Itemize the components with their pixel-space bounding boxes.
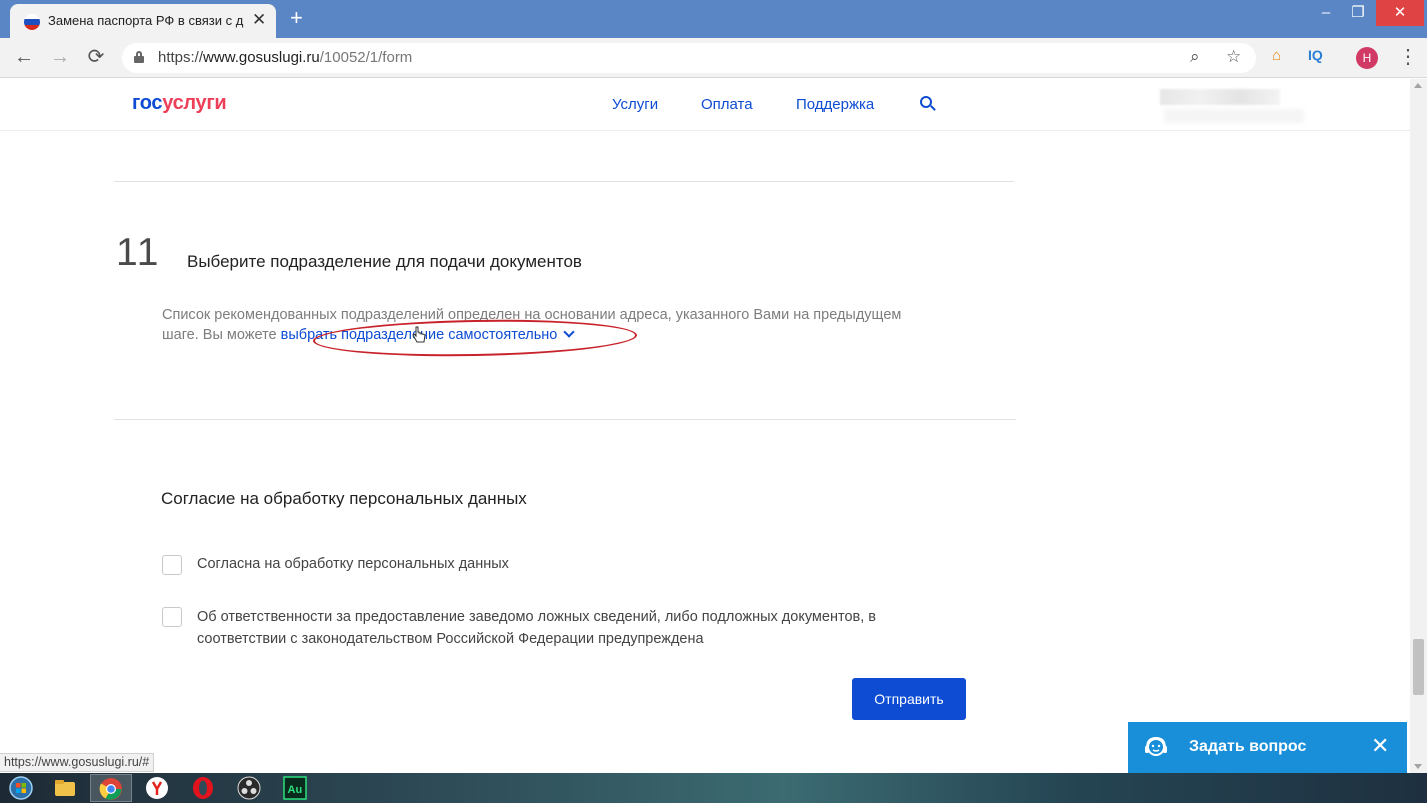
blurred-user-info-secondary xyxy=(1164,109,1304,123)
section-divider xyxy=(114,181,1014,182)
reload-icon[interactable]: ⟳ xyxy=(84,46,108,68)
windows-taskbar: Au xyxy=(0,773,1427,803)
consent-checkbox-responsibility[interactable] xyxy=(162,607,182,627)
iq-extension-icon[interactable]: IQ xyxy=(1308,47,1323,63)
profile-avatar[interactable]: H xyxy=(1356,47,1378,69)
scroll-thumb[interactable] xyxy=(1413,639,1424,695)
file-explorer-icon[interactable] xyxy=(44,774,86,802)
url-text: https://www.gosuslugi.ru/10052/1/form xyxy=(158,49,413,66)
search-icon[interactable] xyxy=(920,96,936,112)
bookmark-star-icon[interactable]: ☆ xyxy=(1226,47,1241,67)
chat-close-icon[interactable]: ✕ xyxy=(1371,733,1389,759)
tab-title: Замена паспорта РФ в связи с д xyxy=(48,13,244,28)
status-bar-url: https://www.gosuslugi.ru/# xyxy=(0,753,155,772)
nav-link-support[interactable]: Поддержка xyxy=(796,96,874,113)
ask-question-widget[interactable]: Задать вопрос ✕ xyxy=(1128,722,1407,773)
nav-link-payment[interactable]: Оплата xyxy=(701,96,753,113)
svg-text:Au: Au xyxy=(288,784,303,796)
yandex-browser-icon[interactable] xyxy=(136,774,178,802)
start-orb-icon[interactable] xyxy=(0,774,42,802)
hand-cursor-icon xyxy=(412,326,426,343)
obs-icon[interactable] xyxy=(228,774,270,802)
lock-icon xyxy=(134,51,144,63)
page-scrollbar[interactable] xyxy=(1410,79,1427,773)
browser-toolbar: ← → ⟳ https://www.gosuslugi.ru/10052/1/f… xyxy=(0,38,1427,78)
gosuslugi-logo[interactable]: госуслуги xyxy=(132,92,227,115)
blurred-user-info xyxy=(1160,89,1280,105)
audition-icon[interactable]: Au xyxy=(274,774,316,802)
step-number: 11 xyxy=(116,231,161,274)
browser-tab[interactable]: Замена паспорта РФ в связи с д ✕ xyxy=(10,4,276,38)
address-bar[interactable]: https://www.gosuslugi.ru/10052/1/form ⌕ … xyxy=(122,43,1256,73)
scroll-up-icon[interactable] xyxy=(1414,83,1422,88)
tab-close-icon[interactable]: ✕ xyxy=(252,10,266,30)
page-content: госуслуги Услуги Оплата Поддержка 11 Выб… xyxy=(0,79,1410,773)
back-arrow-icon[interactable]: ← xyxy=(12,46,36,68)
browser-titlebar: Замена паспорта РФ в связи с д ✕ + – ❐ ✕ xyxy=(0,0,1427,38)
new-tab-button[interactable]: + xyxy=(290,5,303,31)
ask-question-label[interactable]: Задать вопрос xyxy=(1189,738,1306,756)
section-divider xyxy=(114,419,1016,420)
forward-arrow-icon[interactable]: → xyxy=(48,46,72,68)
home-extension-icon[interactable]: ⌂ xyxy=(1272,47,1281,64)
step-title: Выберите подразделение для подачи докуме… xyxy=(187,252,582,271)
scroll-down-icon[interactable] xyxy=(1414,764,1422,769)
opera-icon[interactable] xyxy=(182,774,224,802)
nav-link-services[interactable]: Услуги xyxy=(612,96,658,113)
chrome-icon[interactable] xyxy=(90,774,132,802)
consent-label-responsibility[interactable]: Об ответственности за предоставление зав… xyxy=(197,606,876,650)
browser-menu-icon[interactable]: ⋮ xyxy=(1398,44,1418,69)
zoom-icon[interactable]: ⌕ xyxy=(1190,47,1200,67)
window-close-button[interactable]: ✕ xyxy=(1376,0,1424,26)
site-header: госуслуги Услуги Оплата Поддержка xyxy=(0,79,1410,131)
maximize-button[interactable]: ❐ xyxy=(1338,0,1378,26)
russia-flag-icon xyxy=(24,14,40,30)
consent-label-personal-data[interactable]: Согласна на обработку персональных данны… xyxy=(197,553,509,575)
submit-button[interactable]: Отправить xyxy=(852,678,966,720)
support-agent-icon xyxy=(1145,736,1167,756)
consent-checkbox-personal-data[interactable] xyxy=(162,555,182,575)
consent-section-title: Согласие на обработку персональных данны… xyxy=(161,489,527,508)
